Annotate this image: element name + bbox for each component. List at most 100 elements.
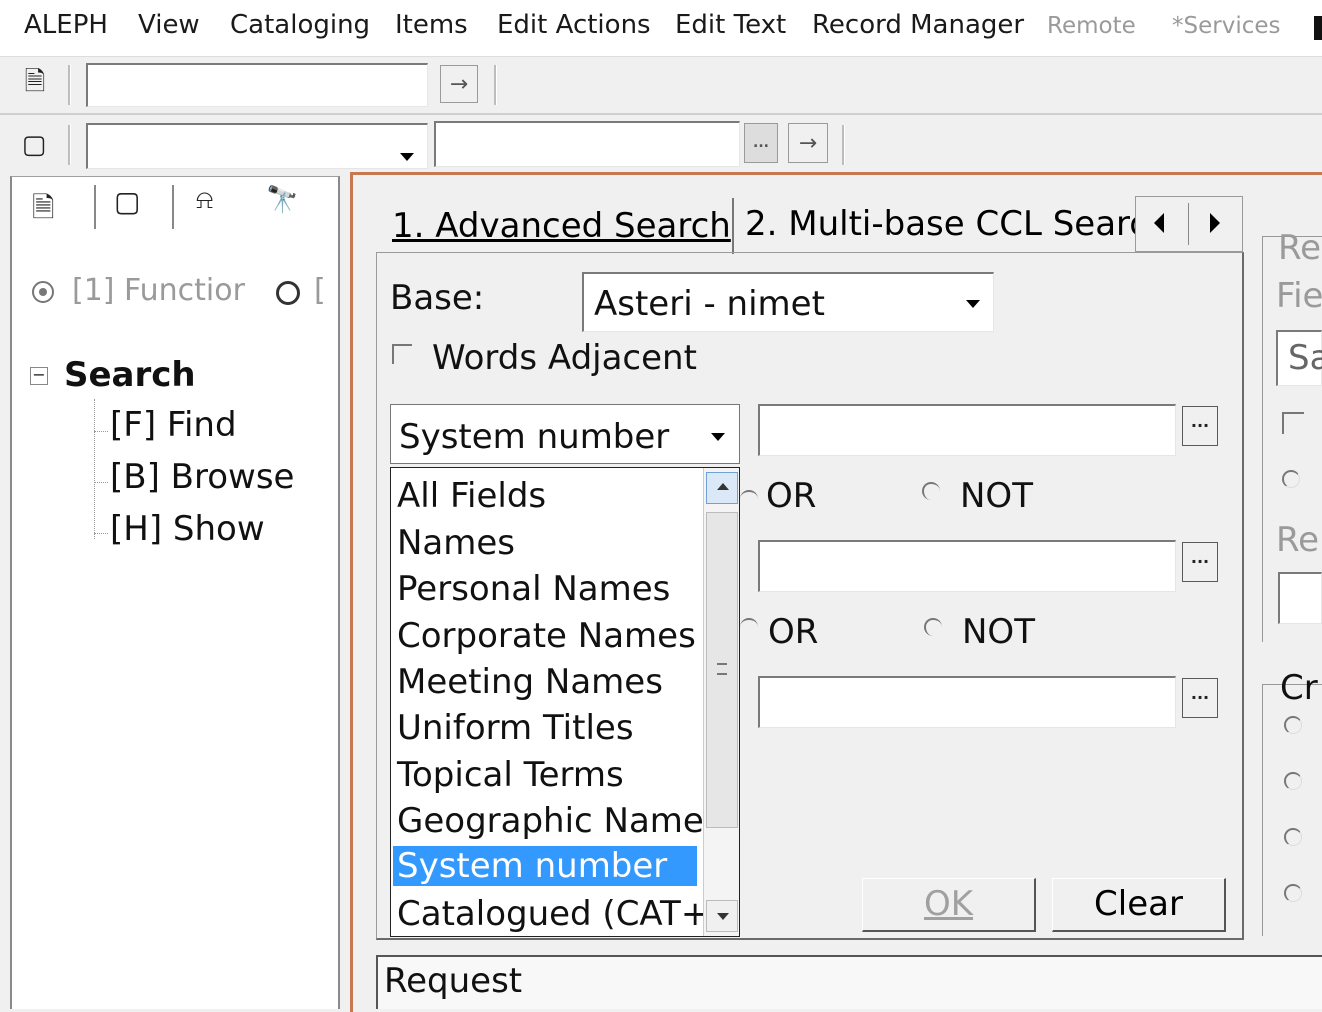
dropdown-scrollbar[interactable] <box>703 468 739 936</box>
search-term-input-2[interactable] <box>758 540 1176 592</box>
tab-separator <box>94 185 96 229</box>
right-radio-2[interactable] <box>1284 772 1302 790</box>
go-arrow-icon[interactable]: → <box>440 65 478 103</box>
words-adjacent-checkbox[interactable] <box>392 344 412 364</box>
chevron-up-icon <box>717 483 729 490</box>
radio-not-1[interactable] <box>922 482 940 500</box>
catalog-doc-icon[interactable]: 🗎 <box>14 65 56 105</box>
chevron-down-icon <box>711 433 725 441</box>
clear-button[interactable]: Clear <box>1052 878 1226 932</box>
cube-icon-tab[interactable]: ▢ <box>114 185 140 218</box>
menu-view[interactable]: View <box>138 10 200 40</box>
go-arrow-icon-2[interactable]: → <box>788 123 828 163</box>
toolbar1-separator <box>68 65 71 105</box>
tree-item-find[interactable]: [F] Find <box>110 405 237 445</box>
list-item-selected[interactable]: System number <box>393 846 697 886</box>
binoculars-icon-tab[interactable]: 🔭 <box>266 185 298 215</box>
catalog-doc-icon-tab[interactable]: 🗎 <box>32 187 55 235</box>
right-radio-4[interactable] <box>1284 884 1302 902</box>
toolbar1-input[interactable] <box>86 63 428 107</box>
list-item[interactable]: Topical Terms <box>397 755 624 795</box>
radio-and-2[interactable] <box>740 618 758 636</box>
cube-icon[interactable]: ▢ <box>14 125 54 165</box>
ellipsis-icon[interactable]: ... <box>1182 542 1218 582</box>
toolbar2-separator <box>68 125 71 165</box>
base-select-value: Asteri - nimet <box>594 284 825 324</box>
list-item[interactable]: Catalogued (CAT+ <box>397 894 703 934</box>
list-item[interactable]: Geographic Names <box>397 801 703 841</box>
list-item[interactable]: All Fields <box>397 476 546 516</box>
menu-bar: ALEPH View Cataloging Items Edit Actions… <box>0 0 1322 56</box>
request-panel: Request <box>376 955 1322 1009</box>
request-label: Request <box>384 961 523 1001</box>
radio-function-1[interactable] <box>32 281 54 303</box>
tree-root-search[interactable]: Search <box>64 355 196 395</box>
radio-function-2-label: [ <box>314 273 326 308</box>
list-item[interactable]: Uniform Titles <box>397 708 634 748</box>
right-select-sa[interactable]: Sa <box>1276 330 1322 386</box>
list-item[interactable]: Corporate Names <box>397 616 696 656</box>
field-select[interactable]: System number <box>390 404 740 464</box>
menu-edit-text[interactable]: Edit Text <box>675 10 786 40</box>
toolbar2-separator-2 <box>842 125 845 165</box>
right-radio-1[interactable] <box>1284 716 1302 734</box>
ellipsis-icon[interactable]: ... <box>744 123 778 163</box>
toolbar2-select[interactable] <box>86 123 428 169</box>
toolbar1-separator-2 <box>494 65 497 105</box>
right-label-fie: Fie <box>1276 276 1322 316</box>
ok-button[interactable]: OK <box>862 878 1036 932</box>
tree-item-browse[interactable]: [B] Browse <box>110 457 294 497</box>
radio-not-2[interactable] <box>924 618 942 636</box>
menu-items[interactable]: Items <box>395 10 468 40</box>
ellipsis-icon[interactable]: ... <box>1182 406 1218 446</box>
toolbar-1: 🗎 → <box>0 57 1322 113</box>
field-select-value: System number <box>399 417 670 457</box>
menu-record-manager[interactable]: Record Manager <box>812 10 1024 40</box>
words-adjacent-label: Words Adjacent <box>432 338 697 378</box>
search-term-input-1[interactable] <box>758 404 1176 456</box>
tab-scroll-right-icon[interactable] <box>1210 213 1220 233</box>
base-select[interactable]: Asteri - nimet <box>582 272 994 332</box>
field-dropdown-list: All Fields Names Personal Names Corporat… <box>390 467 740 937</box>
list-item[interactable]: Names <box>397 523 515 563</box>
right-checkbox[interactable] <box>1282 412 1304 434</box>
right-label-re-2: Re <box>1276 520 1320 560</box>
right-input[interactable] <box>1278 572 1322 624</box>
tree-collapse-icon[interactable]: − <box>30 367 48 385</box>
right-label-re: Re <box>1278 228 1322 268</box>
menu-remote[interactable]: Remote <box>1047 13 1136 39</box>
tab-advanced-search[interactable]: 1. Advanced Search <box>392 206 731 246</box>
left-navigation-panel: 🗎 ▢ ⍾ 🔭 [1] Functior [ − Search [F] Find… <box>10 176 340 1009</box>
or-label-2: OR <box>768 612 819 652</box>
ellipsis-icon[interactable]: ... <box>1182 678 1218 718</box>
menu-cataloging[interactable]: Cataloging <box>230 10 370 40</box>
toolbar-2: ▢ ... → <box>0 115 1322 173</box>
tree-line <box>94 482 108 483</box>
tree-line <box>94 399 95 539</box>
list-item[interactable]: Personal Names <box>397 569 670 609</box>
radio-function-2[interactable] <box>276 281 300 305</box>
toolbar2-input[interactable] <box>434 121 740 167</box>
tab-scroll-left-icon[interactable] <box>1154 213 1164 233</box>
radio-function-1-label: [1] Functior <box>72 273 245 308</box>
checkout-icon-tab[interactable]: ⍾ <box>196 185 213 216</box>
right-radio-3[interactable] <box>1284 828 1302 846</box>
tab-divider <box>732 198 734 254</box>
tree-item-show[interactable]: [H] Show <box>110 509 265 549</box>
tree-line <box>94 533 108 534</box>
chevron-down-icon <box>966 300 980 308</box>
menu-services[interactable]: *Services <box>1172 13 1281 39</box>
tab-scroll-controls <box>1135 196 1243 252</box>
grip-icon <box>717 663 727 675</box>
right-radio[interactable] <box>1282 470 1300 488</box>
scroll-up-button[interactable] <box>706 472 738 504</box>
radio-and-1[interactable] <box>740 490 758 508</box>
search-term-input-3[interactable] <box>758 676 1176 728</box>
menu-aleph[interactable]: ALEPH <box>24 10 108 40</box>
scroll-down-button[interactable] <box>706 900 738 932</box>
scroll-thumb[interactable] <box>706 512 738 828</box>
tab-scroll-divider <box>1188 203 1189 245</box>
list-item[interactable]: Meeting Names <box>397 662 663 702</box>
tab-multi-base-ccl-search[interactable]: 2. Multi-base CCL Searc <box>745 204 1135 244</box>
menu-edit-actions[interactable]: Edit Actions <box>497 10 651 40</box>
